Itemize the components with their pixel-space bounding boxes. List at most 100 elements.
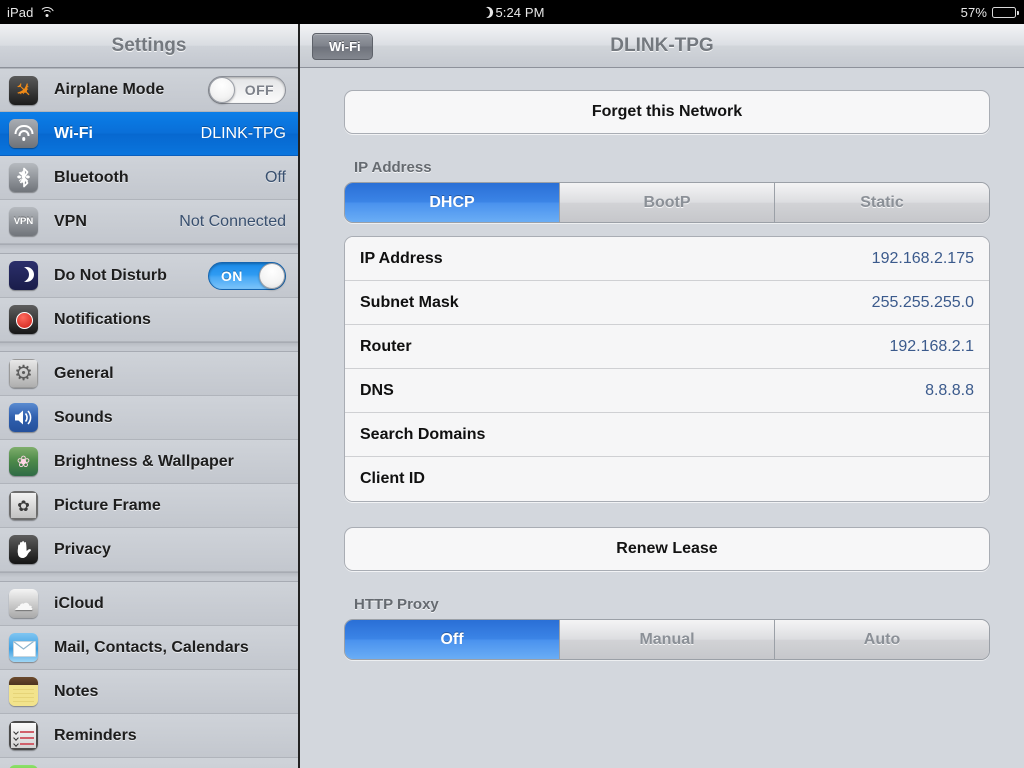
table-row[interactable]: Subnet Mask 255.255.255.0 bbox=[345, 281, 989, 325]
sidebar-header: Settings bbox=[0, 24, 298, 68]
ip-config-segmented-control[interactable]: DHCP BootP Static bbox=[344, 182, 990, 223]
sidebar-item-reminders[interactable]: Reminders bbox=[0, 714, 298, 758]
sidebar-item-sounds[interactable]: Sounds bbox=[0, 396, 298, 440]
clock: 5:24 PM bbox=[495, 4, 545, 20]
sidebar-group-separator bbox=[0, 342, 298, 352]
row-label: Client ID bbox=[360, 470, 425, 487]
sidebar-item-bluetooth[interactable]: Bluetooth Off bbox=[0, 156, 298, 200]
sidebar-item-value: Not Connected bbox=[179, 212, 286, 230]
renew-lease-button[interactable]: Renew Lease bbox=[344, 527, 990, 571]
sidebar-item-picture-frame[interactable]: Picture Frame bbox=[0, 484, 298, 528]
sidebar-item-value: DLINK-TPG bbox=[200, 124, 286, 142]
sidebar-item-label: Sounds bbox=[54, 408, 113, 426]
sidebar-item-notes[interactable]: Notes bbox=[0, 670, 298, 714]
network-detail-pane: Wi-Fi DLINK-TPG Forget this Network IP A… bbox=[300, 24, 1024, 768]
sidebar-item-wifi[interactable]: Wi-Fi DLINK-TPG bbox=[0, 112, 298, 156]
ip-address-section-label: IP Address bbox=[354, 159, 432, 176]
sidebar-item-label: Reminders bbox=[54, 726, 137, 744]
picture-frame-icon bbox=[9, 491, 38, 520]
sidebar-item-notifications[interactable]: Notifications bbox=[0, 298, 298, 342]
sidebar-item-do-not-disturb[interactable]: Do Not Disturb ON bbox=[0, 254, 298, 298]
row-label: IP Address bbox=[360, 249, 443, 267]
sidebar-list[interactable]: Airplane Mode OFF Wi-Fi DLINK-TPG bbox=[0, 68, 298, 768]
bluetooth-glyph bbox=[19, 167, 28, 188]
segment-proxy-off[interactable]: Off bbox=[345, 620, 559, 659]
sidebar-item-label: Brightness & Wallpaper bbox=[54, 452, 234, 470]
row-value: 192.168.2.1 bbox=[889, 337, 974, 355]
speaker-icon bbox=[9, 403, 38, 432]
notifications-icon bbox=[9, 305, 38, 334]
table-row[interactable]: Client ID bbox=[345, 457, 989, 501]
sidebar-item-label: General bbox=[54, 364, 114, 382]
envelope-glyph bbox=[13, 641, 34, 650]
speaker-glyph bbox=[15, 410, 32, 425]
sidebar-item-airplane-mode[interactable]: Airplane Mode OFF bbox=[0, 68, 298, 112]
row-label: Subnet Mask bbox=[360, 293, 459, 311]
settings-sidebar: Settings Airplane Mode OFF Wi-Fi bbox=[0, 24, 300, 768]
airplane-mode-toggle[interactable]: OFF bbox=[208, 76, 286, 104]
toggle-state-label: ON bbox=[221, 267, 243, 284]
sidebar-item-label: Mail, Contacts, Calendars bbox=[54, 638, 249, 656]
table-row[interactable]: IP Address 192.168.2.175 bbox=[345, 237, 989, 281]
segment-dhcp[interactable]: DHCP bbox=[345, 183, 559, 222]
toggle-knob bbox=[209, 77, 235, 103]
sidebar-item-vpn[interactable]: VPN VPN Not Connected bbox=[0, 200, 298, 244]
sidebar-item-label: Do Not Disturb bbox=[54, 266, 167, 284]
battery-percent: 57% bbox=[960, 4, 987, 20]
gear-icon bbox=[9, 359, 38, 388]
page-title: DLINK-TPG bbox=[610, 34, 714, 56]
detail-body: Forget this Network IP Address DHCP Boot… bbox=[300, 68, 1024, 768]
sidebar-title: Settings bbox=[111, 34, 187, 56]
forget-network-button[interactable]: Forget this Network bbox=[344, 90, 990, 134]
split-view: Settings Airplane Mode OFF Wi-Fi bbox=[0, 24, 1024, 768]
sidebar-item-label: Picture Frame bbox=[54, 496, 161, 514]
do-not-disturb-toggle[interactable]: ON bbox=[208, 261, 286, 290]
battery-icon bbox=[992, 6, 1019, 18]
segment-proxy-manual[interactable]: Manual bbox=[559, 620, 774, 659]
row-label: Search Domains bbox=[360, 425, 486, 443]
detail-header: Wi-Fi DLINK-TPG bbox=[300, 24, 1024, 68]
status-bar-right: 57% bbox=[960, 4, 1019, 20]
sidebar-item-icloud[interactable]: iCloud bbox=[0, 582, 298, 626]
http-proxy-section-label: HTTP Proxy bbox=[354, 596, 439, 613]
row-value: 192.168.2.175 bbox=[871, 249, 974, 267]
row-value: 8.8.8.8 bbox=[925, 381, 974, 399]
checklist-icon bbox=[9, 721, 38, 750]
status-bar: iPad 5:24 PM 57% bbox=[0, 0, 1024, 24]
sidebar-item-label: Privacy bbox=[54, 540, 111, 558]
envelope-icon bbox=[9, 633, 38, 662]
table-row[interactable]: DNS 8.8.8.8 bbox=[345, 369, 989, 413]
wifi-icon bbox=[9, 119, 38, 148]
sidebar-group-separator bbox=[0, 572, 298, 582]
sidebar-item-label: iCloud bbox=[54, 594, 104, 612]
segment-static[interactable]: Static bbox=[774, 183, 989, 222]
sidebar-group-separator bbox=[0, 244, 298, 254]
segment-bootp[interactable]: BootP bbox=[559, 183, 774, 222]
back-button-wifi[interactable]: Wi-Fi bbox=[312, 33, 373, 60]
toggle-state-label: OFF bbox=[244, 82, 274, 98]
table-row[interactable]: Search Domains bbox=[345, 413, 989, 457]
toggle-knob bbox=[259, 262, 285, 289]
sidebar-item-label: Airplane Mode bbox=[54, 81, 165, 98]
sidebar-item-messages[interactable] bbox=[0, 758, 298, 768]
sidebar-item-label: Notes bbox=[54, 682, 99, 700]
sidebar-item-label: Wi-Fi bbox=[54, 124, 93, 142]
sidebar-item-general[interactable]: General bbox=[0, 352, 298, 396]
hand-icon bbox=[9, 535, 38, 564]
row-label: Router bbox=[360, 337, 412, 355]
sidebar-item-label: Bluetooth bbox=[54, 168, 129, 186]
sidebar-item-label: VPN bbox=[54, 212, 87, 230]
vpn-icon: VPN bbox=[9, 207, 38, 236]
sidebar-item-value: Off bbox=[264, 168, 286, 186]
sidebar-item-privacy[interactable]: Privacy bbox=[0, 528, 298, 572]
sidebar-item-mail-contacts-calendars[interactable]: Mail, Contacts, Calendars bbox=[0, 626, 298, 670]
sidebar-item-label: Notifications bbox=[54, 310, 151, 328]
segment-proxy-auto[interactable]: Auto bbox=[774, 620, 989, 659]
http-proxy-segmented-control[interactable]: Off Manual Auto bbox=[344, 619, 990, 660]
sidebar-item-brightness-wallpaper[interactable]: Brightness & Wallpaper bbox=[0, 440, 298, 484]
row-value: 255.255.255.0 bbox=[871, 293, 974, 311]
ip-details-table: IP Address 192.168.2.175 Subnet Mask 255… bbox=[344, 236, 990, 502]
bluetooth-icon bbox=[9, 163, 38, 192]
table-row[interactable]: Router 192.168.2.1 bbox=[345, 325, 989, 369]
status-bar-center: 5:24 PM bbox=[0, 5, 1024, 20]
